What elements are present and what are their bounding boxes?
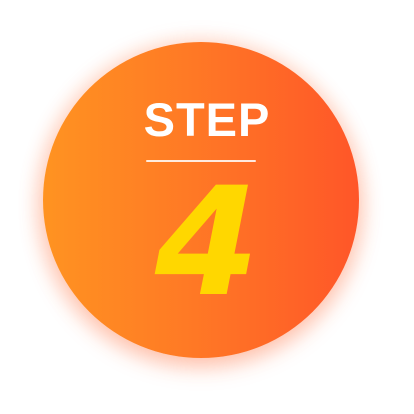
step-badge-canvas: STEP 4	[0, 0, 414, 414]
step-label: STEP	[143, 93, 271, 146]
step-number: 4	[154, 156, 260, 330]
